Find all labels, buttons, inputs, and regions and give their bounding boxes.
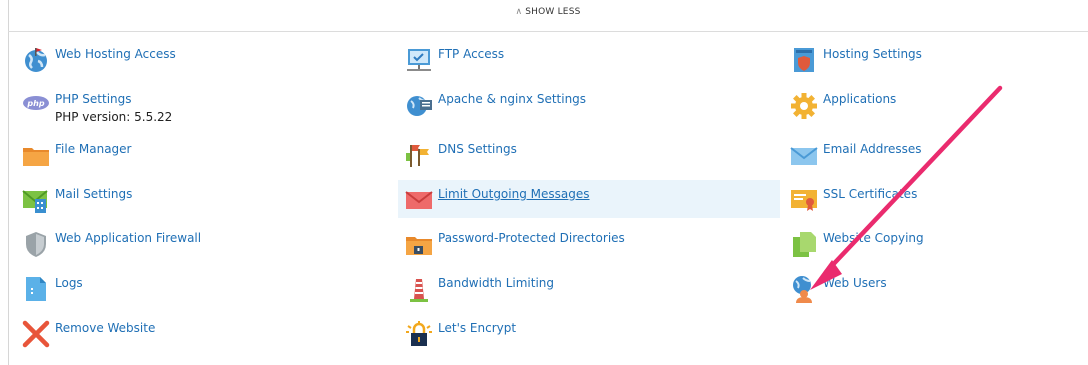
dns-settings-label: DNS Settings: [438, 142, 517, 156]
apache-nginx-settings-label: Apache & nginx Settings: [438, 92, 587, 106]
bandwidth-tower-icon: [405, 275, 433, 303]
link-applications[interactable]: Applications: [790, 89, 896, 129]
link-mail-settings[interactable]: Mail Settings: [22, 184, 132, 224]
link-dns-settings[interactable]: DNS Settings: [405, 139, 517, 179]
link-file-manager[interactable]: File Manager: [22, 139, 132, 179]
remove-website-label: Remove Website: [55, 321, 156, 335]
link-web-hosting-access[interactable]: Web Hosting Access: [22, 44, 176, 84]
show-less-label: SHOW LESS: [525, 7, 581, 17]
applications-label: Applications: [823, 92, 897, 106]
envelope-icon: [790, 141, 818, 169]
show-less-toggle[interactable]: ∧ SHOW LESS: [8, 7, 1088, 32]
mail-settings-label: Mail Settings: [55, 187, 133, 201]
web-hosting-access-label: Web Hosting Access: [55, 47, 176, 61]
red-envelope-icon: [405, 186, 433, 214]
password-protected-directories-label: Password-Protected Directories: [438, 231, 625, 245]
folder-icon: [22, 141, 50, 169]
link-email-addresses[interactable]: Email Addresses: [790, 139, 922, 179]
link-password-protected-directories[interactable]: Password-Protected Directories: [405, 228, 625, 268]
link-bandwidth-limiting[interactable]: Bandwidth Limiting: [405, 273, 554, 313]
limit-outgoing-messages-label: Limit Outgoing Messages: [438, 187, 590, 201]
hosting-settings-label: Hosting Settings: [823, 47, 922, 61]
web-users-icon: [790, 275, 818, 303]
php-version-text: PHP version: 5.5.22: [55, 110, 173, 124]
link-limit-outgoing-messages[interactable]: Limit Outgoing Messages: [398, 180, 780, 218]
ssl-certificates-label: SSL Certificates: [823, 187, 918, 201]
bandwidth-limiting-label: Bandwidth Limiting: [438, 276, 555, 290]
mail-settings-icon: [22, 186, 50, 214]
link-apache-nginx-settings[interactable]: Apache & nginx Settings: [405, 89, 586, 129]
lets-encrypt-lock-icon: [405, 320, 433, 348]
php-icon: php: [22, 91, 50, 119]
file-manager-label: File Manager: [55, 142, 132, 156]
remove-x-icon: [22, 320, 50, 348]
dns-flags-icon: [405, 141, 433, 169]
svg-text:php: php: [26, 99, 44, 108]
logs-label: Logs: [55, 276, 83, 290]
globe-icon: [22, 46, 50, 74]
certificate-icon: [790, 186, 818, 214]
link-php-settings[interactable]: php PHP Settings PHP version: 5.5.22: [22, 89, 172, 129]
link-web-users[interactable]: Web Users: [790, 273, 887, 313]
lets-encrypt-label: Let's Encrypt: [438, 321, 517, 335]
link-website-copying[interactable]: Website Copying: [790, 228, 924, 268]
email-addresses-label: Email Addresses: [823, 142, 922, 156]
ftp-icon: [405, 46, 433, 74]
chevron-up-icon: ∧: [515, 7, 523, 17]
link-hosting-settings[interactable]: Hosting Settings: [790, 44, 922, 84]
ftp-access-label: FTP Access: [438, 47, 505, 61]
link-logs[interactable]: Logs: [22, 273, 83, 313]
link-ssl-certificates[interactable]: SSL Certificates: [790, 184, 917, 224]
link-remove-website[interactable]: Remove Website: [22, 318, 155, 358]
gear-icon: [790, 91, 818, 119]
link-web-application-firewall[interactable]: Web Application Firewall: [22, 228, 201, 268]
hosting-settings-icon: [790, 46, 818, 74]
locked-folder-icon: [405, 230, 433, 258]
link-lets-encrypt[interactable]: Let's Encrypt: [405, 318, 516, 358]
website-copying-label: Website Copying: [823, 231, 924, 245]
copy-pages-icon: [790, 230, 818, 258]
php-settings-label: PHP Settings: [55, 92, 132, 106]
web-users-label: Web Users: [823, 276, 887, 290]
shield-icon: [22, 230, 50, 258]
web-application-firewall-label: Web Application Firewall: [55, 231, 202, 245]
apache-globe-icon: [405, 91, 433, 119]
log-file-icon: [22, 275, 50, 303]
link-ftp-access[interactable]: FTP Access: [405, 44, 504, 84]
